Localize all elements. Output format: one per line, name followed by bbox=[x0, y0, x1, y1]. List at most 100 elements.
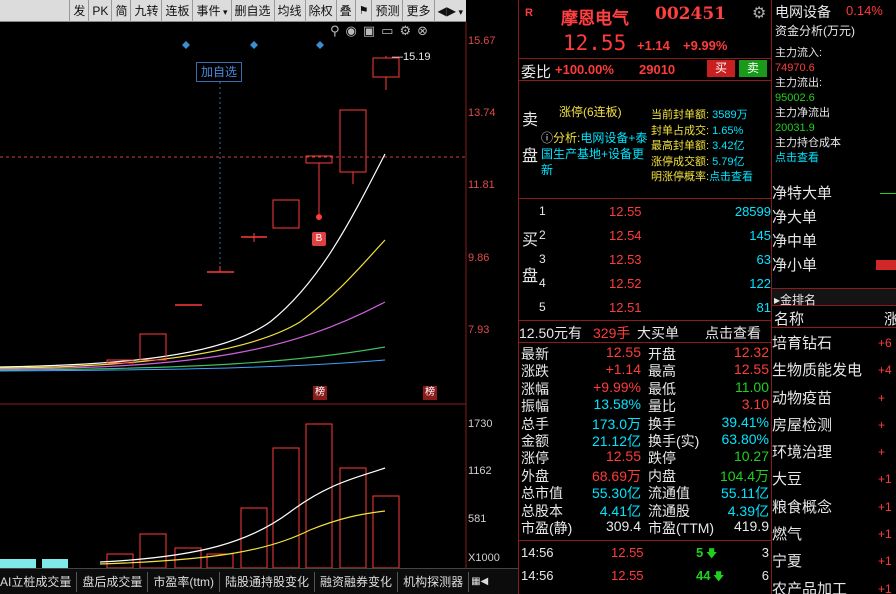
toolbar-jiuzhuan[interactable]: 九转 bbox=[130, 0, 161, 22]
rank-header-change[interactable]: 涨 bbox=[884, 308, 896, 329]
rank-item[interactable]: 粮食概念 +1 bbox=[772, 494, 896, 521]
rank-item[interactable]: 大豆 +1 bbox=[772, 466, 896, 493]
toolbar-fa[interactable]: 发 bbox=[69, 0, 88, 22]
fund-panel: 电网设备 0.14% 资金分析(万元) 主力流入: 74970.6 主力流出: … bbox=[772, 0, 896, 594]
toolbar-jian[interactable]: 简 bbox=[111, 0, 130, 22]
stock-code: 002451 bbox=[655, 4, 726, 24]
vol-ma5 bbox=[99, 467, 386, 563]
event-diamond bbox=[182, 41, 190, 49]
tab-northbound[interactable]: 陆股通持股变化 bbox=[220, 571, 316, 592]
candle bbox=[339, 109, 367, 173]
buy-level-row[interactable]: 3 12.53 63 bbox=[539, 252, 771, 276]
toolbar-remove-watch[interactable]: 删自选 bbox=[230, 0, 274, 22]
chart-tools[interactable]: ⚲◉▣▭⚙⊗ bbox=[330, 23, 434, 39]
tab-after-hours[interactable]: 盘后成交量 bbox=[77, 571, 149, 592]
metric-label: 封单占成交: bbox=[651, 124, 710, 137]
toolbar-pk[interactable]: PK bbox=[88, 0, 111, 22]
rank-item[interactable]: 房屋检测 + bbox=[772, 412, 896, 439]
big-order-link[interactable]: 点击查看 bbox=[705, 323, 761, 343]
metric-value: 5.79亿 bbox=[712, 155, 745, 168]
rank-header-name[interactable]: 名称 bbox=[774, 308, 804, 329]
rank-item[interactable]: 环境治理 + bbox=[772, 439, 896, 466]
toolbar-ma[interactable]: 均线 bbox=[273, 0, 305, 22]
tab-pe-ttm[interactable]: 市盈率(ttm) bbox=[148, 571, 221, 592]
bag-icon[interactable]: ▣ bbox=[363, 23, 381, 38]
hold-label: 主力持仓成本 bbox=[775, 137, 841, 149]
gear-icon[interactable]: ⚙ bbox=[752, 3, 766, 23]
volume-bar bbox=[372, 495, 400, 568]
toolbar-lianban[interactable]: 连板 bbox=[161, 0, 192, 22]
buy-level-row[interactable]: 2 12.54 145 bbox=[539, 228, 771, 252]
close-icon[interactable]: ⊗ bbox=[417, 23, 434, 38]
buy-level-row[interactable]: 4 12.52 122 bbox=[539, 276, 771, 300]
sector-name[interactable]: 电网设备 bbox=[775, 2, 831, 22]
price-tick: 9.86 bbox=[468, 252, 490, 264]
rank-item[interactable]: 培育钻石 +6 bbox=[772, 330, 896, 357]
quote-grid: 最新 12.55 开盘 12.32 涨跌 +1.14 最高 12.55 涨幅 +9.99% 最低… bbox=[521, 344, 769, 536]
limit-metrics: 当前封单额: 3589万 封单占成交: 1.65% 最高封单额: 3.42亿 涨… bbox=[651, 108, 773, 186]
inflow-label: 主力流入: bbox=[775, 47, 823, 59]
analysis-icon: ⓘ bbox=[541, 131, 554, 145]
flow-m: 净中单 bbox=[772, 233, 818, 250]
toolbar-exright[interactable]: 除权 bbox=[304, 0, 336, 22]
volume-tick: 1162 bbox=[468, 465, 492, 477]
volume-tick: 581 bbox=[468, 513, 487, 525]
vol-ma10 bbox=[99, 510, 386, 565]
volume-bar bbox=[305, 423, 333, 568]
chart-toolbar: 发 PK 简 九转 连板 事件 删自选 均线 除权 叠 ⚑ 预测 更多 ◀▶ bbox=[0, 0, 466, 22]
settings-icon[interactable]: ⚙ bbox=[399, 23, 417, 38]
sell-side-label: 卖 盘 bbox=[521, 112, 538, 165]
tabs-scroll-icon[interactable]: ▦◀ bbox=[469, 576, 490, 587]
outflow-label: 主力流出: bbox=[775, 77, 823, 89]
bang-marker[interactable]: 榜 bbox=[423, 386, 437, 400]
buy-dot bbox=[316, 214, 322, 220]
rank-item[interactable]: 动物疫苗 + bbox=[772, 385, 896, 412]
trash-icon[interactable]: ▭ bbox=[381, 23, 399, 38]
net-label: 主力净流出 bbox=[775, 107, 830, 119]
volume-bar bbox=[0, 559, 36, 568]
price-tick: 7.93 bbox=[468, 324, 490, 336]
buy-levels: 1 12.55 28599 2 12.54 145 3 12.53 63 4 12.52 122… bbox=[539, 204, 771, 324]
event-diamond bbox=[316, 41, 324, 49]
toolbar-events[interactable]: 事件 bbox=[192, 0, 230, 22]
ma20-line bbox=[0, 301, 386, 370]
big-order-label: 大买单 bbox=[637, 325, 679, 341]
tab-ai-volume[interactable]: AI立桩成交量 bbox=[0, 571, 78, 592]
toolbar-nav-icon[interactable]: ◀▶ bbox=[433, 0, 467, 22]
bang-marker[interactable]: 榜 bbox=[313, 386, 327, 400]
tab-institution[interactable]: 机构探测器 bbox=[398, 571, 470, 592]
metric-value: 1.65% bbox=[712, 124, 744, 137]
metric-label: 明涨停概率: bbox=[651, 171, 710, 183]
rank-list: 培育钻石 +6 生物质能发电 +4 动物疫苗 + 房屋检测 + 环境治理 + 大豆 +1 粮… bbox=[772, 330, 896, 594]
margin-flag: R bbox=[525, 7, 533, 19]
kline-chart[interactable]: 15.67 13.74 11.81 9.86 7.93 1730 1162 58… bbox=[0, 22, 518, 568]
ma5-line bbox=[0, 153, 386, 368]
rank-item[interactable]: 生物质能发电 +4 bbox=[772, 357, 896, 384]
tab-margin[interactable]: 融资融券变化 bbox=[315, 571, 399, 592]
buy-button[interactable]: 买 bbox=[707, 60, 735, 77]
toolbar-more[interactable]: 更多 bbox=[402, 0, 433, 22]
eye-icon[interactable]: ◉ bbox=[346, 23, 363, 38]
buy-marker[interactable]: B bbox=[312, 232, 326, 246]
limit-up-tag: 涨停(6连板) bbox=[559, 105, 622, 119]
metric-label: 最高封单额: bbox=[651, 140, 710, 152]
indicator-tabs: AI立桩成交量 盘后成交量 市盈率(ttm) 陆股通持股变化 融资融券变化 机构… bbox=[0, 568, 518, 594]
toolbar-forecast[interactable]: 预测 bbox=[371, 0, 402, 22]
flag-icon[interactable]: ⚑ bbox=[354, 0, 372, 22]
weibi-value: +100.00% bbox=[555, 62, 614, 77]
stock-price: 12.55 bbox=[563, 31, 627, 55]
buy-level-row[interactable]: 1 12.55 28599 bbox=[539, 204, 771, 228]
down-arrow-icon: 🡇 bbox=[713, 571, 725, 583]
candle bbox=[139, 333, 167, 361]
fund-title: 资金分析(万元) bbox=[775, 24, 855, 38]
add-watch-tag[interactable]: 加自选 bbox=[196, 62, 242, 82]
sell-button[interactable]: 卖 bbox=[739, 60, 767, 77]
hold-link[interactable]: 点击查看 bbox=[775, 151, 841, 166]
limit-prob-link[interactable]: 点击查看 bbox=[709, 171, 753, 183]
rank-item[interactable]: 燃气 +1 bbox=[772, 521, 896, 548]
rank-item[interactable]: 农产品加工 +1 bbox=[772, 576, 896, 594]
rank-item[interactable]: 宁夏 +1 bbox=[772, 548, 896, 575]
flow-bar bbox=[880, 193, 896, 194]
pin-icon[interactable]: ⚲ bbox=[330, 23, 346, 38]
toolbar-overlay[interactable]: 叠 bbox=[335, 0, 355, 22]
